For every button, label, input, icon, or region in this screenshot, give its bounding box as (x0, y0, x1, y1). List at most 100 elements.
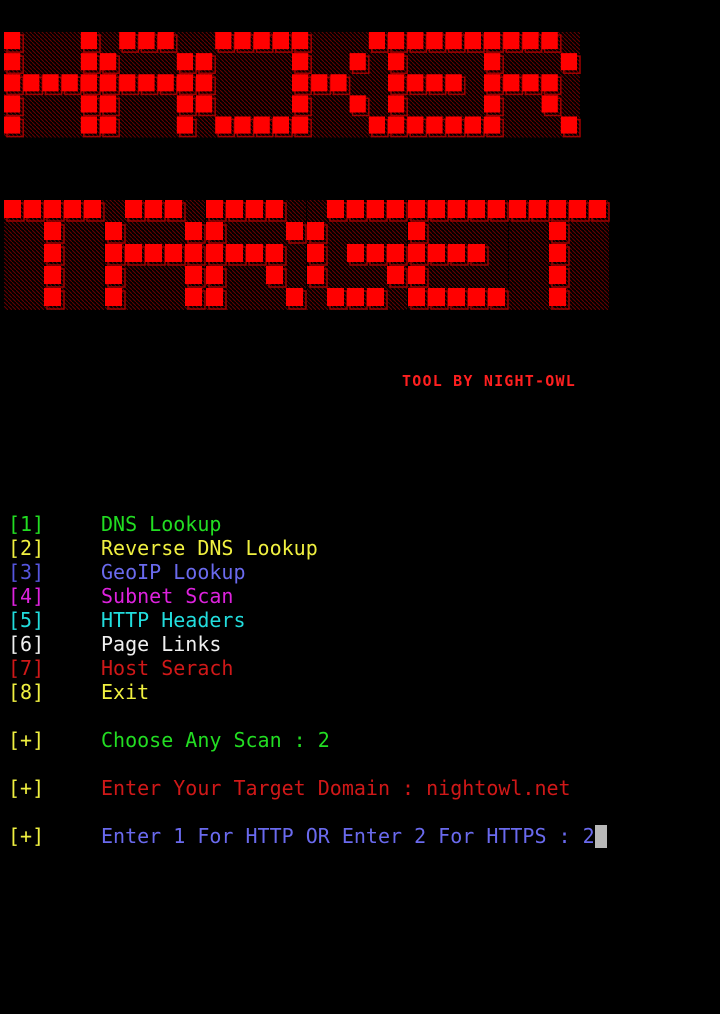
banner-block (488, 200, 505, 218)
banner-block (253, 116, 270, 134)
banner-block (292, 74, 309, 92)
banner-block (407, 116, 424, 134)
banner-block (484, 95, 501, 113)
banner-block (445, 32, 462, 50)
menu-item-label: Reverse DNS Lookup (101, 536, 318, 560)
menu-item: [5] HTTP Headers (8, 608, 246, 632)
banner-block (367, 244, 384, 262)
banner-block (569, 200, 586, 218)
banner-block (307, 222, 324, 240)
banner-block (196, 53, 213, 71)
banner-block (445, 74, 462, 92)
menu-item-label: Exit (101, 680, 150, 704)
banner-block (503, 74, 520, 92)
banner-block (44, 244, 61, 262)
banner-block (206, 222, 223, 240)
banner-block (226, 244, 243, 262)
menu-item: [7] Host Serach (8, 656, 233, 680)
banner-block (125, 200, 142, 218)
banner-block (330, 74, 347, 92)
target-ascii-banner (4, 200, 610, 310)
banner-block (484, 53, 501, 71)
banner-block (145, 200, 162, 218)
banner-block (387, 244, 404, 262)
banner-block (119, 74, 136, 92)
banner-block (448, 244, 465, 262)
prompt-line[interactable]: [+] Enter 1 For HTTP OR Enter 2 For HTTP… (8, 824, 607, 848)
banner-block (509, 200, 526, 218)
menu-item-label: Host Serach (101, 656, 234, 680)
menu-item: [2] Reverse DNS Lookup (8, 536, 318, 560)
banner-block (408, 266, 425, 284)
banner-block (292, 116, 309, 134)
banner-block (105, 244, 122, 262)
banner-block (80, 53, 97, 71)
banner-block (185, 244, 202, 262)
banner-block (80, 116, 97, 134)
banner-block (206, 244, 223, 262)
banner-block (464, 116, 481, 134)
banner-block (185, 222, 202, 240)
banner-block (185, 266, 202, 284)
banner-block (541, 74, 558, 92)
banner-block (541, 95, 558, 113)
banner-block (468, 244, 485, 262)
banner-block (560, 53, 577, 71)
banner-block (23, 74, 40, 92)
banner-block (292, 95, 309, 113)
menu-item-label: Page Links (101, 632, 222, 656)
banner-block (105, 266, 122, 284)
banner-block (185, 288, 202, 306)
menu-item-number: [7] (8, 656, 45, 680)
menu-item: [3] GeoIP Lookup (8, 560, 246, 584)
banner-block (234, 116, 251, 134)
banner-block (549, 288, 566, 306)
banner-block (484, 116, 501, 134)
banner-block (311, 74, 328, 92)
banner-block (119, 32, 136, 50)
banner-block (176, 53, 193, 71)
banner-block (80, 32, 97, 50)
banner-block (165, 200, 182, 218)
banner-block (266, 244, 283, 262)
banner-block (408, 200, 425, 218)
banner-block (100, 53, 117, 71)
menu-item-number: [5] (8, 608, 45, 632)
prompt-line: [+] Choose Any Scan : 2 (8, 728, 330, 752)
banner-block (468, 200, 485, 218)
banner-block (448, 288, 465, 306)
terminal-cursor (594, 825, 607, 848)
banner-block (368, 32, 385, 50)
banner-block (44, 222, 61, 240)
banner-block (387, 200, 404, 218)
prompt-input-line[interactable]: Enter 1 For HTTP OR Enter 2 For HTTPS : … (101, 824, 607, 848)
banner-block (176, 95, 193, 113)
banner-block (445, 116, 462, 134)
hacker-ascii-banner (4, 32, 581, 138)
banner-block (522, 32, 539, 50)
banner-block (408, 288, 425, 306)
menu-item: [1] DNS Lookup (8, 512, 221, 536)
banner-block (347, 288, 364, 306)
banner-block (367, 288, 384, 306)
banner-block (560, 116, 577, 134)
banner-block (549, 266, 566, 284)
banner-block (206, 200, 223, 218)
banner-block (522, 74, 539, 92)
banner-block (246, 200, 263, 218)
banner-block (407, 74, 424, 92)
banner-block (387, 266, 404, 284)
banner-block (215, 32, 232, 50)
banner-block (426, 32, 443, 50)
banner-block (266, 266, 283, 284)
banner-block (44, 288, 61, 306)
banner-block (165, 244, 182, 262)
banner-block (42, 74, 59, 92)
menu-item-label: Subnet Scan (101, 584, 234, 608)
banner-block (286, 222, 303, 240)
menu-item-label: HTTP Headers (101, 608, 246, 632)
banner-block (388, 116, 405, 134)
banner-block (503, 32, 520, 50)
banner-block (138, 32, 155, 50)
banner-block (292, 53, 309, 71)
